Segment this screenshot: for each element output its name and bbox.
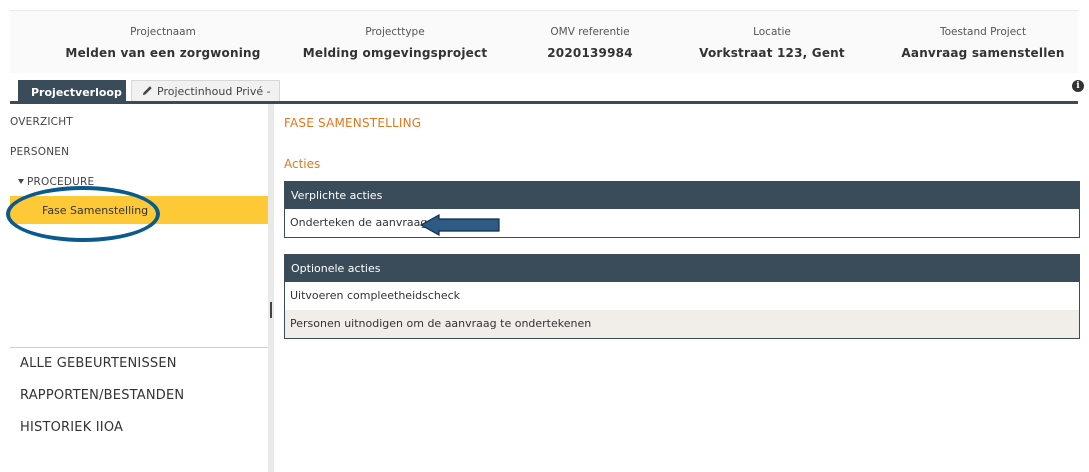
header-col-projectnaam: Projectnaam Melden van een zorgwoning [63,25,263,61]
sidebar-item-alle-gebeurtenissen[interactable]: ALLE GEBEURTENISSEN [20,356,177,371]
header-col-projecttype: Projecttype Melding omgevingsproject [295,25,495,61]
header-value: Aanvraag samenstellen [901,46,1065,60]
header-value: Melding omgevingsproject [302,46,488,60]
panel-header: Verplichte acties [285,182,1079,209]
sidebar-splitter[interactable] [268,104,274,472]
panel-header: Optionele acties [285,255,1079,282]
header-value: 2020139984 [547,46,633,60]
annotation-arrow [420,214,500,236]
header-label: Locatie [753,26,791,38]
page-title: FASE SAMENSTELLING [284,116,422,130]
pencil-icon [142,86,152,96]
action-onderteken[interactable]: Onderteken de aanvraag [285,209,1079,237]
tab-projectinhoud[interactable]: Projectinhoud Privé - V1 [131,80,280,120]
optionele-acties-panel: Optionele acties Uitvoeren compleetheids… [284,254,1080,339]
header-col-toestand: Toestand Project Aanvraag samenstellen [883,25,1083,61]
splitter-handle[interactable] [270,302,272,318]
action-personen-uitnodigen[interactable]: Personen uitnodigen om de aanvraag te on… [285,310,1079,338]
sidebar-item-personen[interactable]: PERSONEN [10,146,69,158]
header-col-locatie: Locatie Vorkstraat 123, Gent [682,25,862,61]
sidebar [10,104,268,472]
annotation-oval [6,186,160,242]
header-label: Toestand Project [939,26,1027,38]
header-label: Projectnaam [130,26,196,38]
caret-down-icon [18,179,24,184]
header-col-omv-referentie: OMV referentie 2020139984 [515,25,665,61]
sidebar-divider [10,347,268,348]
header-label: Projecttype [365,26,425,38]
sidebar-item-overzicht[interactable]: OVERZICHT [10,116,73,128]
action-compleetheidscheck[interactable]: Uitvoeren compleetheidscheck [285,282,1079,310]
info-icon[interactable]: i [1072,80,1084,92]
project-header: Projectnaam Melden van een zorgwoning Pr… [10,10,1078,73]
header-value: Vorkstraat 123, Gent [699,46,845,60]
verplichte-acties-panel: Verplichte acties Onderteken de aanvraag [284,181,1080,238]
section-heading-acties: Acties [284,157,321,171]
header-value: Melden van een zorgwoning [65,46,261,60]
header-label: OMV referentie [550,26,630,38]
sidebar-item-rapporten[interactable]: RAPPORTEN/BESTANDEN [20,388,184,403]
sidebar-item-historiek[interactable]: HISTORIEK IIOA [20,420,123,435]
